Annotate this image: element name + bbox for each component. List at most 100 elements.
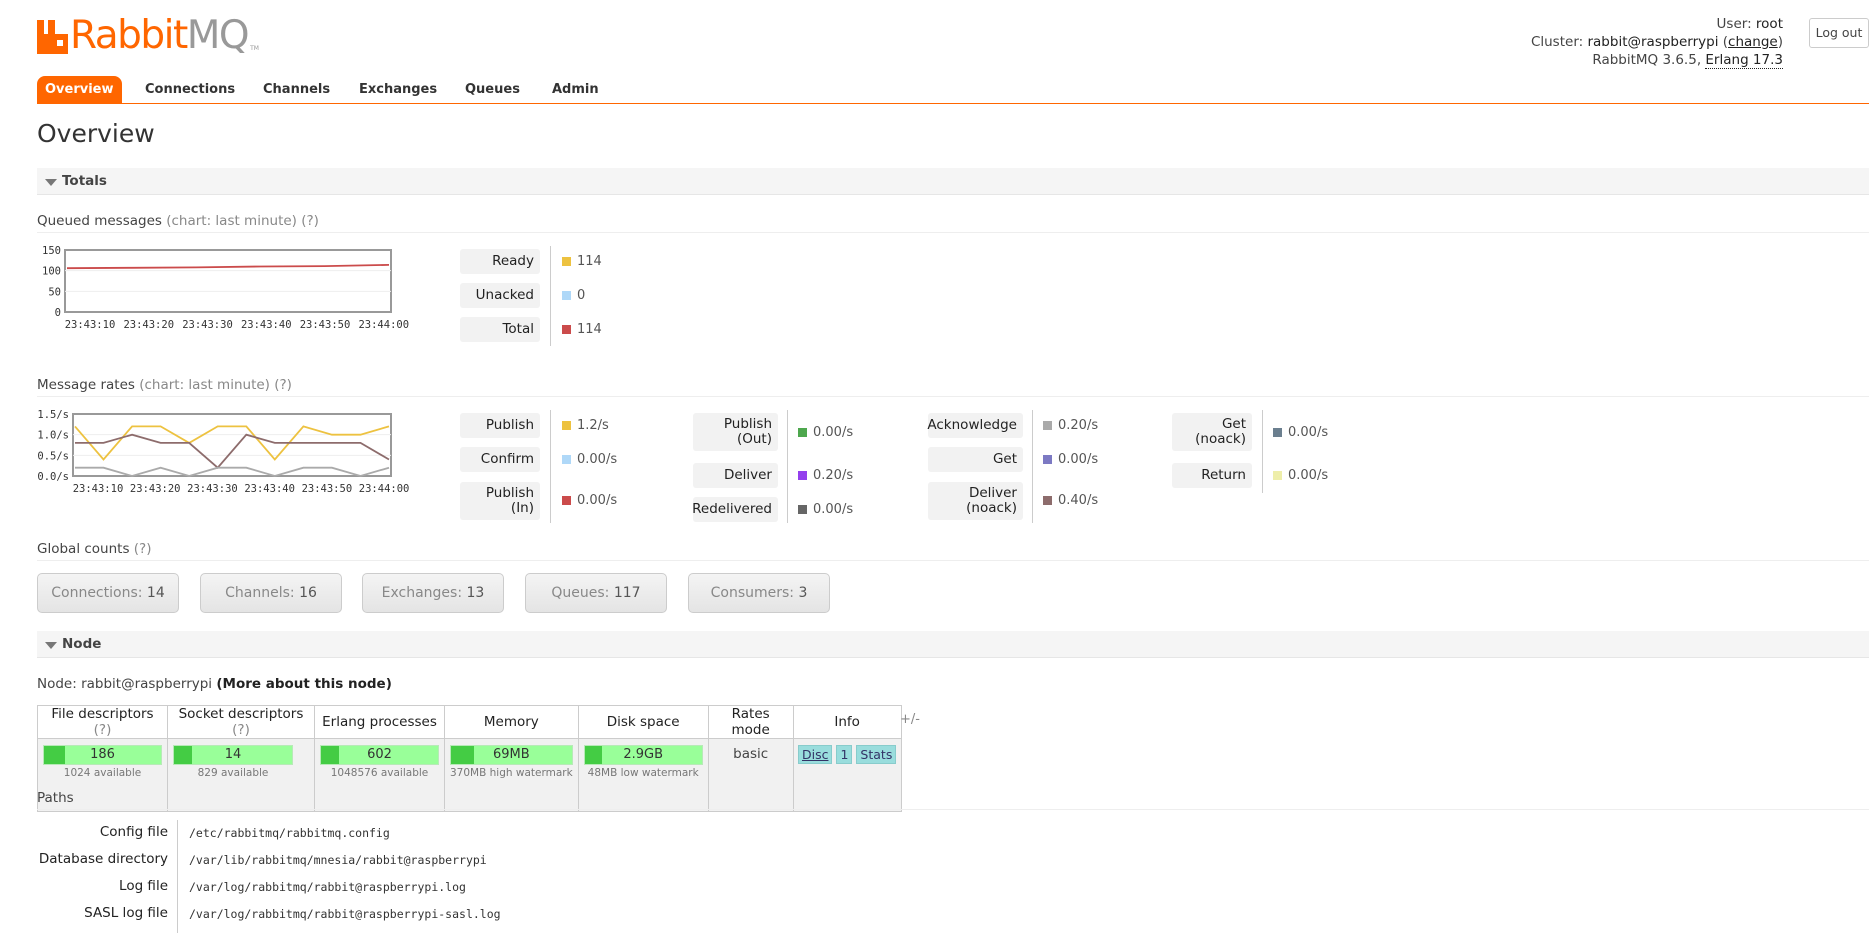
node-name: Node: rabbit@raspberrypi: [37, 676, 213, 692]
get-rate: 0.00/s: [1058, 452, 1099, 467]
acknowledge-swatch: [1043, 421, 1052, 430]
exchanges-count-button[interactable]: Exchanges: 13: [362, 573, 504, 613]
chart-x-tick-label: 23:43:30: [187, 483, 238, 495]
sockets-bar-fill: [174, 746, 192, 764]
sockets-value: 14: [224, 747, 242, 762]
tab-admin[interactable]: Admin: [552, 76, 599, 104]
chart-x-tick-label: 23:43:50: [302, 483, 353, 495]
node-section-toggle[interactable]: Node: [37, 631, 1869, 658]
confirm-swatch: [562, 455, 571, 464]
page-title: Overview: [37, 119, 155, 148]
legend-ready-value: 114: [562, 249, 602, 274]
queued-messages-hint[interactable]: (chart: last minute) (?): [166, 213, 319, 229]
message-rates-header: Message rates (chart: last minute) (?): [37, 377, 1869, 397]
legend-publish-in-label: Publish (In): [460, 482, 540, 520]
logout-button[interactable]: Log out: [1809, 18, 1869, 48]
total-swatch: [562, 325, 571, 334]
chart-x-tick-label: 23:43:20: [130, 483, 181, 495]
logo-wordmark: RabbitMQ: [70, 13, 250, 58]
get-noack-rate: 0.00/s: [1288, 425, 1329, 440]
totals-section-toggle[interactable]: Totals: [37, 168, 1869, 195]
change-cluster-link[interactable]: change: [1728, 34, 1778, 50]
disk-bar-fill: [584, 746, 603, 764]
collapse-triangle-icon: [45, 179, 57, 186]
chart-y-tick-label: 100: [42, 266, 61, 278]
path-value: /var/log/rabbitmq/rabbit@raspberrypi.log: [189, 880, 466, 894]
rates-divider-1: [550, 410, 551, 523]
return-rate: 0.00/s: [1288, 468, 1329, 483]
node-name-line: Node: rabbit@raspberrypi (More about thi…: [37, 676, 392, 692]
socket-help[interactable]: (?): [232, 722, 250, 738]
tab-exchanges[interactable]: Exchanges: [359, 76, 437, 104]
legend-unacked-value: 0: [562, 283, 585, 308]
toggle-columns-button[interactable]: +/-: [900, 712, 920, 727]
cluster-name: rabbit@raspberrypi: [1587, 34, 1719, 50]
version-text: RabbitMQ 3.6.5,: [1592, 52, 1702, 68]
info-stats-badge: Stats: [856, 745, 897, 764]
redelivered-swatch: [798, 505, 807, 514]
redelivered-rate: 0.00/s: [813, 502, 854, 517]
procs-bar: 602: [320, 745, 439, 765]
channels-count-button[interactable]: Channels: 16: [200, 573, 342, 613]
legend-get-noack-value: 0.00/s: [1273, 420, 1328, 445]
chart-x-tick-label: 23:44:00: [359, 483, 410, 495]
sockets-bar: 14: [173, 745, 293, 765]
legend-redelivered-value: 0.00/s: [798, 497, 853, 522]
more-about-node-link[interactable]: (More about this node): [216, 676, 392, 692]
fd-help[interactable]: (?): [94, 722, 112, 738]
user-label: User:: [1716, 16, 1752, 32]
path-row-config: Config file/etc/rabbitmq/rabbitmq.config: [37, 820, 1037, 847]
ready-swatch: [562, 257, 571, 266]
chart-x-tick-label: 23:43:40: [241, 319, 292, 331]
rabbitmq-logo-icon: [37, 20, 68, 54]
tab-connections[interactable]: Connections: [145, 76, 235, 104]
legend-acknowledge-value: 0.20/s: [1043, 413, 1098, 438]
legend-get-noack-label: Get (noack): [1172, 413, 1252, 451]
col-info: Info: [792, 705, 902, 739]
chart-x-tick-label: 23:43:10: [73, 483, 124, 495]
legend-publish-in-value: 0.00/s: [562, 488, 617, 513]
main-menu: Overview Connections Channels Exchanges …: [37, 76, 1869, 104]
legend-publish-out-value: 0.00/s: [798, 420, 853, 445]
disk-watermark: 48MB low watermark: [587, 767, 699, 779]
chart-y-tick-label: 0.0/s: [37, 471, 69, 483]
message-rates-chart: 1.5/s 1.0/s 0.5/s 0.0/s 23:43:10 23:43:20 23:4…: [37, 407, 447, 516]
connections-count-button[interactable]: Connections: 14: [37, 573, 179, 613]
unacked-swatch: [562, 291, 571, 300]
path-key: SASL log file: [84, 905, 168, 921]
logo-tm: TM: [250, 45, 259, 52]
message-rates-hint[interactable]: (chart: last minute) (?): [139, 377, 292, 393]
legend-divider: [550, 246, 551, 346]
legend-return-label: Return: [1172, 463, 1252, 488]
consumers-count-button[interactable]: Consumers: 3: [688, 573, 830, 613]
path-row-sasl-log: SASL log file/var/log/rabbitmq/rabbit@ra…: [37, 901, 1037, 928]
queues-count-button[interactable]: Queues: 117: [525, 573, 667, 613]
publish-rate: 1.2/s: [577, 418, 609, 433]
procs-bar-fill: [321, 746, 339, 764]
global-counts-hint[interactable]: (?): [134, 541, 152, 557]
fd-bar-fill: [44, 746, 66, 764]
publish-out-swatch: [798, 428, 807, 437]
rabbitmq-logo[interactable]: RabbitMQ TM: [37, 13, 259, 58]
path-value: /var/lib/rabbitmq/mnesia/rabbit@raspberr…: [189, 853, 487, 867]
legend-get-label: Get: [928, 447, 1023, 472]
tab-queues[interactable]: Queues: [465, 76, 520, 104]
legend-publish-value: 1.2/s: [562, 413, 609, 438]
col-memory: Memory: [444, 705, 579, 739]
queued-messages-header: Queued messages (chart: last minute) (?): [37, 213, 1869, 233]
deliver-swatch: [798, 471, 807, 480]
sockets-available: 829 available: [197, 767, 269, 779]
tab-channels[interactable]: Channels: [263, 76, 330, 104]
disk-bar: 2.9GB: [583, 745, 703, 765]
path-key: Config file: [99, 824, 168, 840]
legend-ready-label: Ready: [460, 249, 540, 274]
col-erlang-processes: Erlang processes: [314, 705, 445, 739]
queued-messages-title: Queued messages: [37, 213, 162, 229]
get-noack-swatch: [1273, 428, 1282, 437]
legend-acknowledge-label: Acknowledge: [927, 413, 1023, 438]
memory-value: 69MB: [492, 747, 530, 762]
tab-overview[interactable]: Overview: [37, 76, 122, 104]
info-disc-badge[interactable]: Disc: [797, 745, 833, 764]
legend-unacked-label: Unacked: [460, 283, 540, 308]
chart-plot-frame: [72, 413, 392, 477]
